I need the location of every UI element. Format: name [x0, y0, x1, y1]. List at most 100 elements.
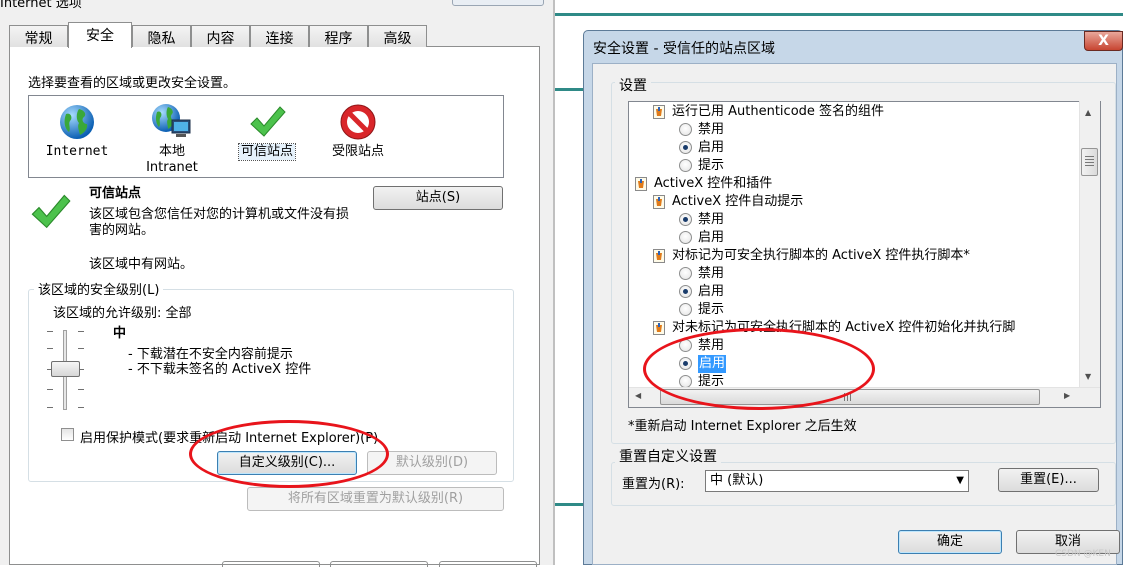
security-level-group-title: 该区域的安全级别(L) [34, 279, 164, 298]
zone-trusted-sites[interactable]: 可信站点 [225, 102, 309, 161]
ok-button[interactable]: 确定 [898, 530, 1002, 554]
dialog-title: Internet 选项 [0, 0, 82, 11]
annotation-circle [643, 328, 875, 410]
slider-tick [78, 389, 84, 390]
reset-all-zones-button[interactable]: 将所有区域重置为默认级别(R) [247, 487, 504, 511]
setting-category-row: 运行已用 Authenticode 签名的组件 [629, 103, 1100, 121]
setting-option-row[interactable]: 启用 [629, 283, 1100, 301]
radio-button[interactable] [679, 303, 692, 316]
intranet-icon [152, 104, 191, 137]
slider-tick [78, 348, 84, 349]
zone-restricted-sites[interactable]: 受限站点 [316, 102, 400, 160]
window-border [553, 0, 555, 565]
radio-label: 启用 [698, 284, 725, 299]
radio-button[interactable] [679, 267, 692, 280]
sites-button[interactable]: 站点(S) [373, 186, 503, 210]
radio-button[interactable] [679, 213, 692, 226]
no-entry-icon [340, 104, 376, 140]
zone-label-trusted-sites: 可信站点 [237, 143, 297, 161]
scroll-right-icon[interactable]: ▶ [1064, 391, 1070, 400]
settings-icon [653, 195, 665, 209]
radio-button[interactable] [679, 285, 692, 298]
setting-category-label: ActiveX 控件和插件 [654, 176, 773, 191]
security-level-slider-thumb[interactable] [51, 361, 80, 377]
radio-button[interactable] [679, 159, 692, 172]
slider-tick [78, 331, 84, 332]
reset-level-select[interactable]: 中 (默认) ▼ [705, 470, 969, 492]
setting-option-row[interactable]: 提示 [629, 157, 1100, 175]
radio-label: 禁用 [698, 122, 725, 137]
radio-label: 禁用 [698, 212, 725, 227]
chevron-down-icon: ▼ [956, 475, 964, 486]
vertical-scrollbar[interactable] [1079, 101, 1100, 387]
checkmark-icon [31, 194, 71, 229]
slider-tick [47, 331, 53, 332]
setting-category-label: ActiveX 控件自动提示 [672, 194, 804, 209]
setting-option-row[interactable]: 禁用 [629, 211, 1100, 229]
bottom-button-edge [330, 561, 428, 567]
bottom-button-edge [222, 561, 320, 567]
zone-label-internet: Internet [45, 144, 109, 159]
zone-sites-status: 该区域中有网站。 [89, 257, 194, 272]
zone-prompt: 选择要查看的区域或更改安全设置。 [28, 76, 237, 91]
tab-connections[interactable]: 连接 [250, 25, 309, 47]
desktop-line [553, 13, 1123, 16]
zone-name: 可信站点 [89, 186, 142, 201]
scroll-left-icon[interactable]: ◀ [635, 391, 641, 400]
setting-option-row[interactable]: 禁用 [629, 265, 1100, 283]
setting-option-row[interactable]: 启用 [629, 139, 1100, 157]
settings-icon [653, 249, 665, 263]
title-bar-button[interactable] [452, 0, 544, 6]
radio-label: 提示 [698, 302, 725, 317]
setting-category-row: 对标记为可安全执行脚本的 ActiveX 控件执行脚本* [629, 247, 1100, 265]
tab-advanced[interactable]: 高级 [368, 25, 427, 47]
zone-label-local-intranet: 本地 Intranet [146, 144, 198, 175]
radio-button[interactable] [679, 231, 692, 244]
settings-icon [653, 321, 665, 335]
watermark: CSDN @KEN [1055, 549, 1111, 559]
reset-group-title: 重置自定义设置 [615, 446, 721, 466]
slider-tick [47, 407, 53, 408]
tab-privacy[interactable]: 隐私 [132, 25, 191, 47]
settings-icon [635, 177, 647, 191]
reset-to-label: 重置为(R): [622, 477, 685, 492]
zone-label-restricted-sites: 受限站点 [331, 144, 384, 159]
zone-local-intranet[interactable]: 本地 Intranet [130, 102, 214, 176]
zone-list: Internet 本地 Intranet 可信站点 受限站点 [28, 95, 504, 178]
scroll-up-icon[interactable]: ▲ [1085, 108, 1091, 117]
allowed-levels-text: 该区域的允许级别: 全部 [53, 306, 192, 321]
tab-security[interactable]: 安全 [68, 22, 132, 48]
setting-option-row[interactable]: 提示 [629, 301, 1100, 319]
setting-category-label: 对标记为可安全执行脚本的 ActiveX 控件执行脚本* [672, 248, 970, 263]
scroll-down-icon[interactable]: ▼ [1085, 372, 1091, 381]
close-button[interactable]: X [1084, 31, 1123, 51]
vertical-scroll-thumb[interactable] [1081, 148, 1098, 176]
radio-button[interactable] [679, 141, 692, 154]
settings-icon [653, 105, 665, 119]
tab-content[interactable]: 内容 [191, 25, 250, 47]
tab-general[interactable]: 常规 [9, 25, 68, 47]
setting-option-row[interactable]: 禁用 [629, 121, 1100, 139]
reset-button[interactable]: 重置(E)... [998, 468, 1099, 492]
reset-level-value: 中 (默认) [710, 473, 764, 488]
radio-label: 启用 [698, 230, 725, 245]
security-level-name: 中 [113, 326, 127, 341]
protected-mode-checkbox[interactable] [61, 428, 74, 441]
radio-button[interactable] [679, 123, 692, 136]
zone-description: 该区域包含您信任对您的计算机或文件没有损害的网站。 [89, 207, 350, 238]
tab-programs[interactable]: 程序 [309, 25, 368, 47]
setting-option-row[interactable]: 启用 [629, 229, 1100, 247]
setting-category-row: ActiveX 控件自动提示 [629, 193, 1100, 211]
setting-category-row: ActiveX 控件和插件 [629, 175, 1100, 193]
restart-note: *重新启动 Internet Explorer 之后生效 [628, 419, 857, 434]
annotation-circle [189, 420, 389, 488]
zone-internet[interactable]: Internet [35, 102, 119, 160]
radio-label: 禁用 [698, 266, 725, 281]
slider-tick [47, 389, 53, 390]
slider-tick [78, 407, 84, 408]
security-level-description: - 不下载未签名的 ActiveX 控件 [128, 362, 312, 377]
slider-tick [47, 348, 53, 349]
dialog-title: 安全设置 - 受信任的站点区域 [593, 41, 775, 57]
setting-category-label: 运行已用 Authenticode 签名的组件 [672, 104, 885, 119]
radio-label: 提示 [698, 158, 725, 173]
